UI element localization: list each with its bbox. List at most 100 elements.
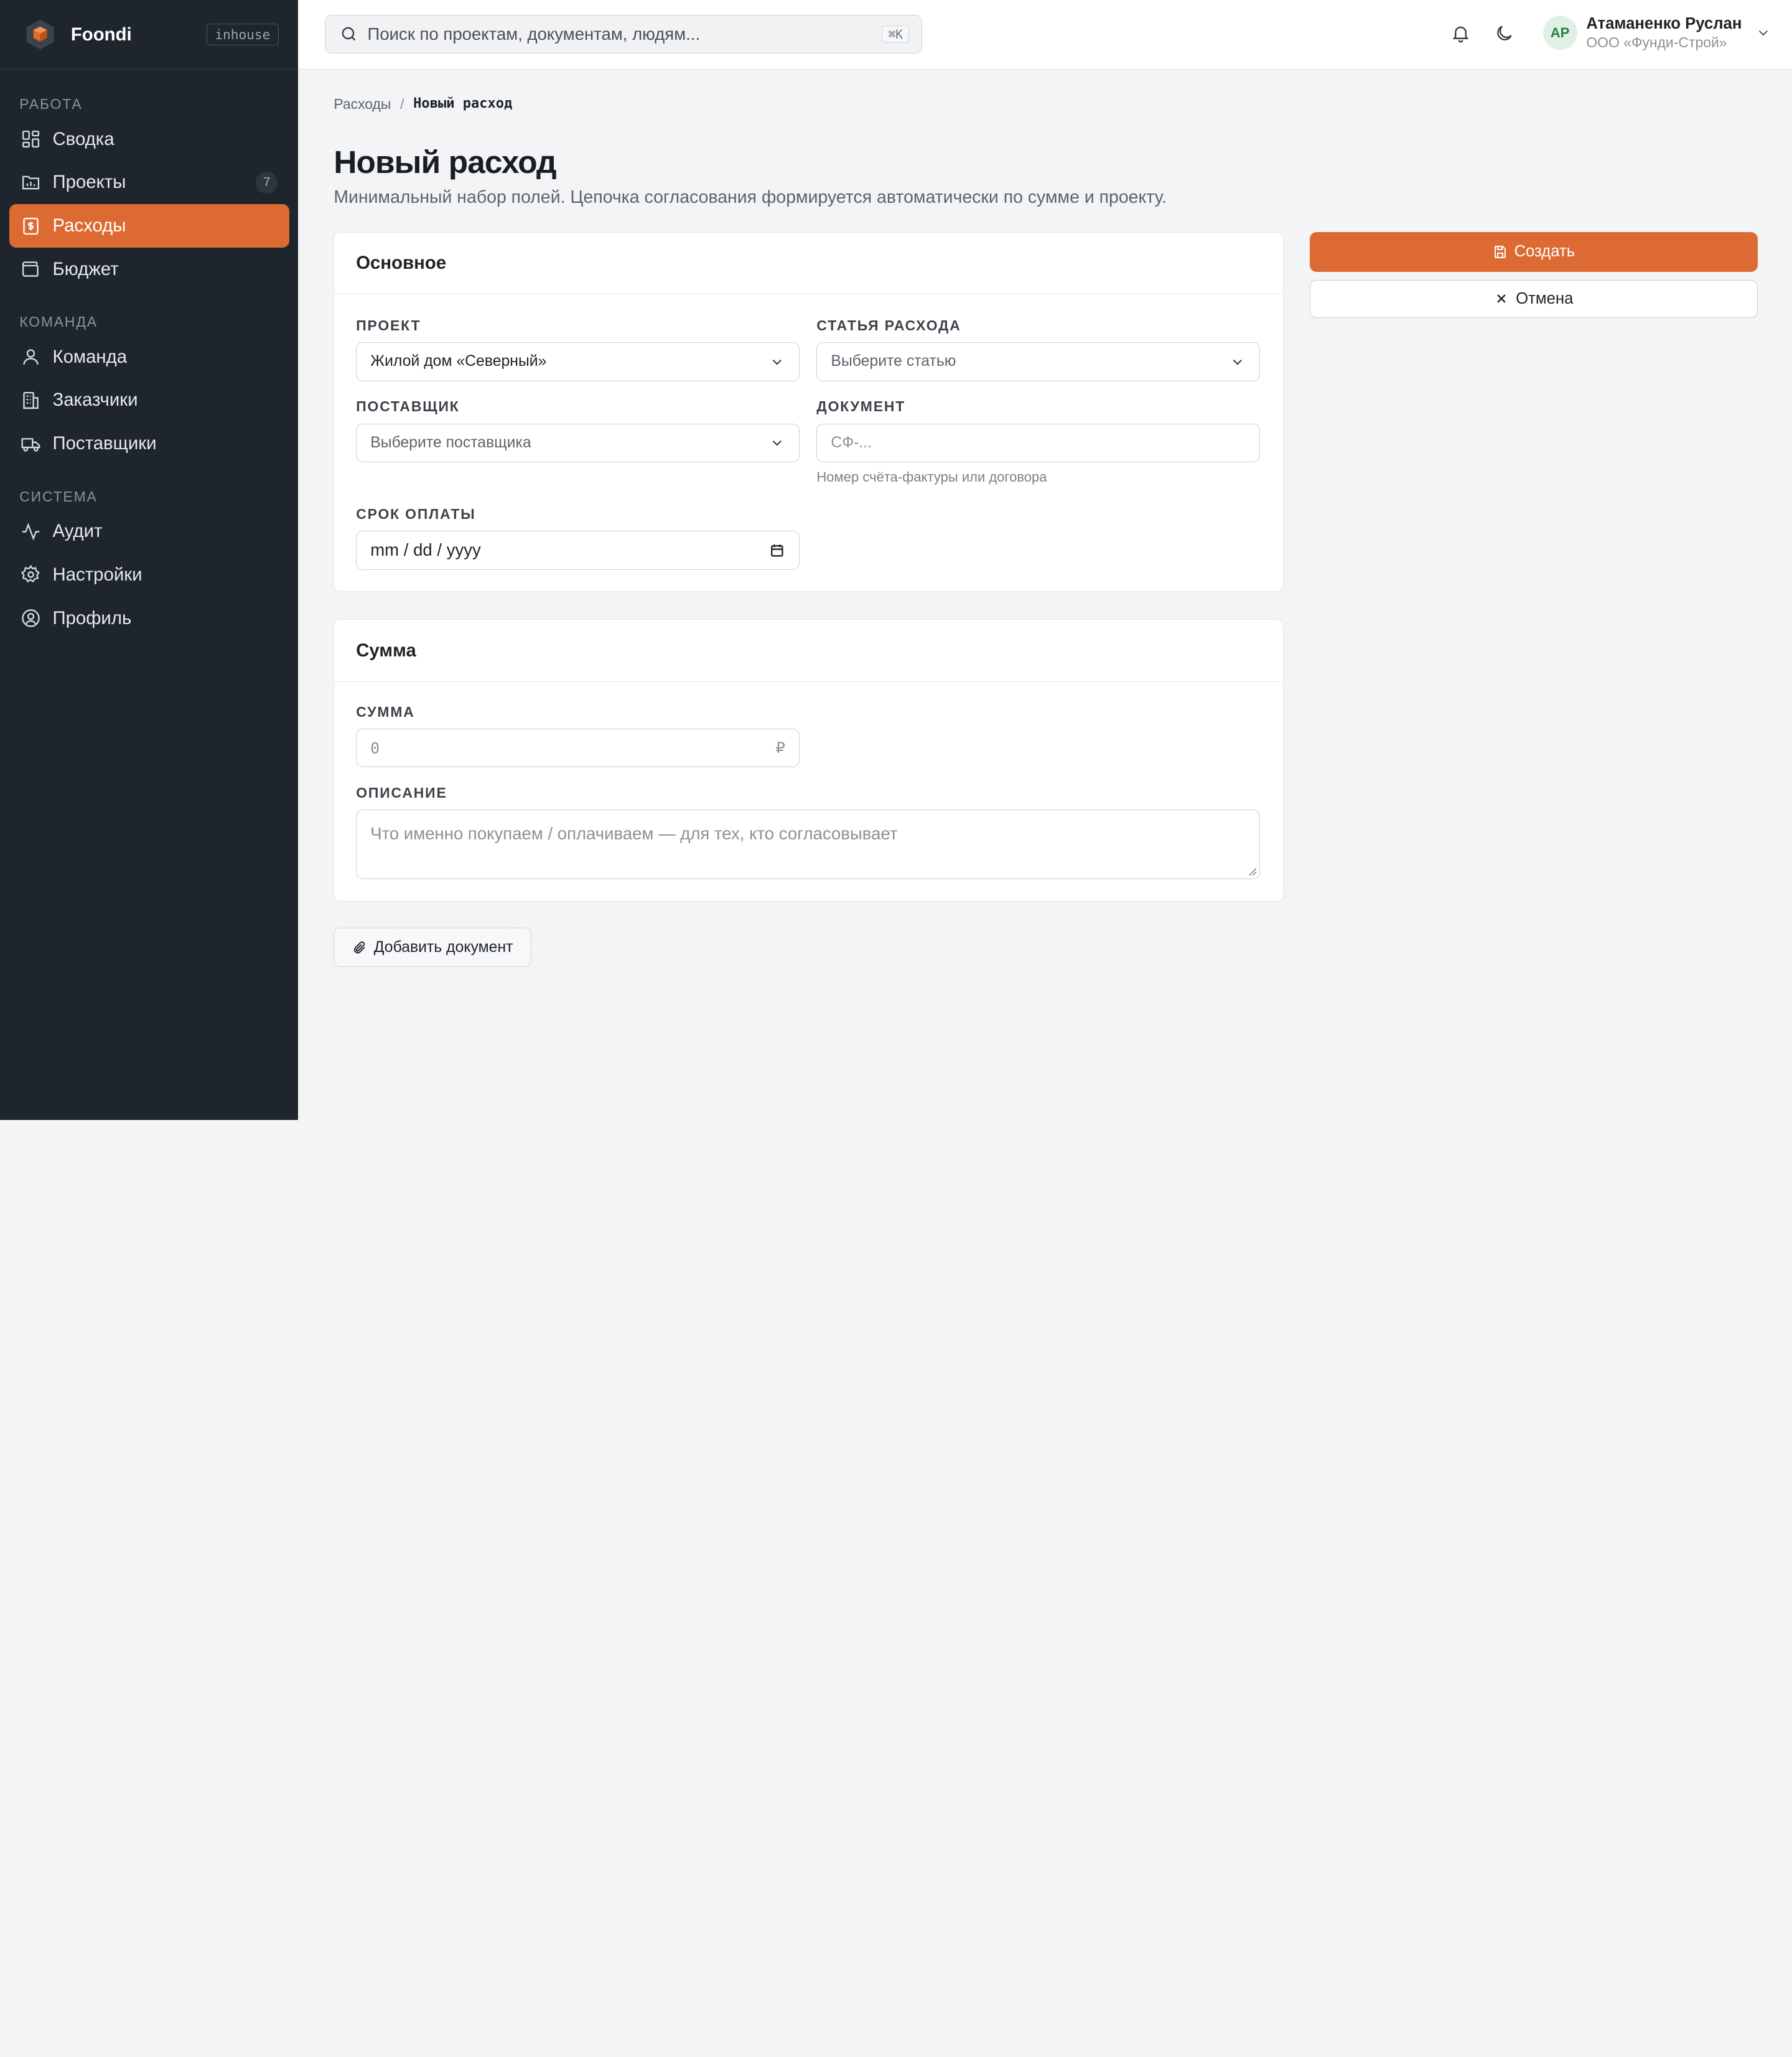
user-icon <box>23 349 39 365</box>
description-label: ОПИСАНИЕ <box>356 784 447 801</box>
card-main: Основное ПРОЕКТ Жилой дом «Северный» СТА… <box>334 231 1284 592</box>
sidebar-item-expenses[interactable]: Расходы <box>9 204 289 248</box>
supplier-placeholder: Выберите поставщика <box>370 434 531 451</box>
amount-input[interactable] <box>370 739 776 757</box>
due-date-placeholder: mm / dd / yyyy <box>370 540 481 560</box>
save-icon <box>1494 246 1506 258</box>
sidebar-item-customers[interactable]: Заказчики <box>9 379 289 422</box>
grid-icon <box>22 130 40 148</box>
breadcrumb-current: Новый расход <box>413 96 513 112</box>
add-document-button[interactable]: Добавить документ <box>334 928 532 967</box>
project-select[interactable]: Жилой дом «Северный» <box>356 342 800 381</box>
resize-handle-icon[interactable] <box>1248 867 1258 877</box>
close-icon <box>1497 294 1506 304</box>
breadcrumb: Расходы / Новый расход <box>334 96 512 113</box>
search-box[interactable]: ⌘K <box>324 14 923 54</box>
calendar-icon[interactable] <box>769 543 785 559</box>
gear-icon <box>21 564 40 583</box>
card-main-title: Основное <box>334 233 1283 294</box>
main-area: ⌘K АР Атаманенко Руслан ООО «Фунди-Строй… <box>298 0 1792 1120</box>
chevron-down-icon <box>1233 359 1243 365</box>
sidebar-item-label: Аудит <box>52 521 103 542</box>
building-icon <box>23 391 39 409</box>
sidebar-item-label: Команда <box>52 346 128 367</box>
bell-icon[interactable] <box>1450 23 1471 44</box>
sidebar-item-label: Заказчики <box>52 389 138 411</box>
document-hint: Номер счёта-фактуры или договора <box>816 469 1047 485</box>
due-date-label: СРОК ОПЛАТЫ <box>356 505 476 522</box>
nav-section-system: СИСТЕМА <box>19 488 98 505</box>
card-sum: Сумма СУММА ₽ ОПИСАНИЕ Что именно покупа… <box>334 619 1284 902</box>
brand[interactable]: Foondi inhouse <box>0 0 299 70</box>
activity-icon <box>22 522 40 541</box>
sidebar-item-label: Настройки <box>52 564 142 585</box>
receipt-icon <box>23 217 39 235</box>
document-input[interactable] <box>831 434 1246 452</box>
sidebar-item-label: Проекты <box>52 172 126 193</box>
user-name: Атаманенко Руслан <box>1586 14 1742 32</box>
nav-section-team: КОМАНДА <box>19 314 98 330</box>
sidebar-item-label: Бюджет <box>52 258 119 279</box>
breadcrumb-expenses-link[interactable]: Расходы <box>334 96 391 113</box>
expense-item-label: СТАТЬЯ РАСХОДА <box>816 317 961 334</box>
foondi-logo-icon <box>26 19 54 50</box>
project-select-value: Жилой дом «Северный» <box>370 353 547 370</box>
document-field[interactable] <box>816 423 1261 462</box>
due-date-field[interactable]: mm / dd / yyyy <box>356 531 800 570</box>
project-label: ПРОЕКТ <box>356 317 421 334</box>
create-button-label: Создать <box>1514 243 1575 261</box>
create-button[interactable]: Создать <box>1309 231 1758 273</box>
cancel-button-label: Отмена <box>1516 289 1574 307</box>
user-circle-icon <box>22 609 40 627</box>
sidebar-item-suppliers[interactable]: Поставщики <box>9 422 289 465</box>
description-textarea[interactable]: Что именно покупаем / оплачиваем — для т… <box>356 809 1261 880</box>
user-org: ООО «Фунди-Строй» <box>1586 34 1727 50</box>
chevron-down-icon <box>772 440 782 446</box>
amount-field[interactable]: ₽ <box>356 728 800 768</box>
sidebar-item-label: Поставщики <box>52 433 157 454</box>
supplier-select[interactable]: Выберите поставщика <box>356 423 800 462</box>
cancel-button[interactable]: Отмена <box>1309 279 1758 318</box>
card-sum-title: Сумма <box>334 620 1283 682</box>
sidebar-item-label: Расходы <box>52 215 126 236</box>
search-shortcut-hint: ⌘K <box>882 25 909 44</box>
page-title: Новый расход <box>334 143 556 180</box>
supplier-label: ПОСТАВЩИК <box>356 398 460 415</box>
sidebar-item-settings[interactable]: Настройки <box>9 553 289 597</box>
sidebar-item-budget[interactable]: Бюджет <box>9 248 289 291</box>
add-document-label: Добавить документ <box>373 938 513 956</box>
sidebar: Foondi inhouse РАБОТА Сводка Проекты 7 Р… <box>0 0 299 1120</box>
topbar: ⌘K АР Атаманенко Руслан ООО «Фунди-Строй… <box>298 0 1792 70</box>
brand-badge: inhouse <box>206 24 279 45</box>
chart-folder-icon <box>22 175 40 190</box>
expense-item-select[interactable]: Выберите статью <box>816 342 1261 381</box>
sidebar-item-audit[interactable]: Аудит <box>9 510 289 553</box>
sidebar-item-profile[interactable]: Профиль <box>9 597 289 640</box>
wallet-icon <box>22 261 39 278</box>
currency-sign: ₽ <box>775 739 785 757</box>
search-input[interactable] <box>367 24 882 45</box>
description-placeholder: Что именно покупаем / оплачиваем — для т… <box>370 824 898 844</box>
sidebar-item-projects[interactable]: Проекты 7 <box>9 161 289 204</box>
sidebar-item-team[interactable]: Команда <box>9 335 289 379</box>
sidebar-item-label: Сводка <box>52 128 114 149</box>
amount-label: СУММА <box>356 703 415 720</box>
sidebar-item-label: Профиль <box>52 607 132 628</box>
breadcrumb-separator: / <box>400 96 404 113</box>
search-icon <box>342 27 356 41</box>
projects-count-badge: 7 <box>256 171 278 194</box>
page-subtitle: Минимальный набор полей. Цепочка согласо… <box>334 187 1167 208</box>
moon-icon[interactable] <box>1494 23 1514 44</box>
chevron-down-icon <box>772 359 782 365</box>
avatar: АР <box>1542 16 1577 50</box>
paperclip-icon <box>353 941 365 954</box>
nav-section-work: РАБОТА <box>19 96 83 113</box>
document-label: ДОКУМЕНТ <box>816 398 906 415</box>
sidebar-item-summary[interactable]: Сводка <box>9 118 289 161</box>
brand-name: Foondi <box>70 24 132 45</box>
user-menu[interactable]: АР Атаманенко Руслан ООО «Фунди-Строй» <box>1542 14 1772 51</box>
truck-icon <box>21 437 40 452</box>
app-root: Foondi inhouse РАБОТА Сводка Проекты 7 Р… <box>0 0 1792 1120</box>
expense-item-placeholder: Выберите статью <box>831 353 956 370</box>
chevron-down-icon <box>1759 30 1768 36</box>
